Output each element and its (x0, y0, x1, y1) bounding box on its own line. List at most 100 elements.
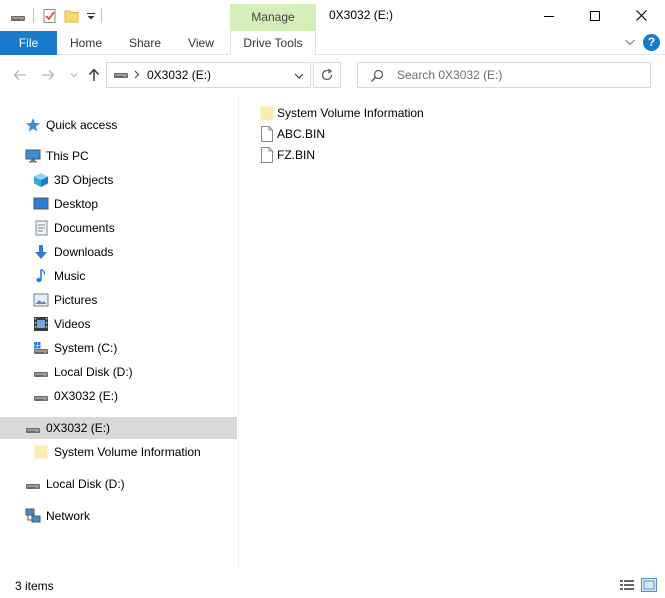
tab-drive-tools[interactable]: Drive Tools (230, 31, 316, 56)
sidebar-item-label: 0X3032 (E:) (54, 389, 119, 403)
sidebar-item-local-disk-d-root[interactable]: Local Disk (D:) (0, 473, 237, 495)
sidebar-item-0x3032-e-root[interactable]: 0X3032 (E:) (0, 417, 237, 439)
ribbon-tabs: File Home Share View Drive Tools ? (0, 31, 665, 56)
tab-manage[interactable]: Manage (230, 4, 316, 31)
sidebar-item-label: Pictures (54, 293, 98, 307)
desktop-icon (33, 196, 49, 212)
address-bar[interactable]: 0X3032 (E:) (106, 62, 311, 88)
folder-icon (33, 444, 49, 460)
large-icons-view-icon[interactable] (641, 578, 657, 592)
file-icon (260, 126, 274, 142)
sidebar-item-label: Local Disk (D:) (54, 365, 133, 379)
sidebar-item-system-volume-information[interactable]: System Volume Information (0, 441, 237, 463)
tab-home[interactable]: Home (62, 31, 110, 55)
navigation-bar: 0X3032 (E:) Search 0X3032 (E:) (0, 55, 665, 95)
chevron-down-icon[interactable] (294, 70, 304, 80)
sidebar-item-desktop[interactable]: Desktop (0, 193, 237, 215)
sidebar-item-label: Videos (54, 317, 91, 331)
sidebar-item-label: 0X3032 (E:) (46, 421, 111, 435)
title-bar: Manage 0X3032 (E:) (0, 0, 665, 31)
sidebar-item-label: System Volume Information (54, 445, 201, 459)
sidebar-item-0x3032-e[interactable]: 0X3032 (E:) (0, 385, 237, 407)
drive-icon[interactable] (10, 8, 26, 24)
system-drive-icon (33, 340, 49, 356)
properties-icon[interactable] (42, 8, 58, 24)
drive-icon (33, 364, 49, 380)
computer-icon (25, 148, 41, 164)
item-count: 3 items (15, 579, 54, 593)
sidebar-item-music[interactable]: Music (0, 265, 237, 287)
music-icon (33, 268, 49, 284)
sidebar-item-label: This PC (46, 149, 89, 163)
sidebar-item-downloads[interactable]: Downloads (0, 241, 237, 263)
sidebar-item-label: Network (46, 509, 91, 523)
toolbar-divider (101, 8, 102, 23)
pictures-icon (33, 292, 49, 308)
status-bar: 3 items (0, 574, 665, 598)
file-item[interactable]: System Volume Information (258, 103, 458, 123)
sidebar-item-local-disk-d[interactable]: Local Disk (D:) (0, 361, 237, 383)
tab-view[interactable]: View (180, 31, 222, 55)
toolbar-divider (33, 8, 34, 23)
sidebar-item-label: 3D Objects (54, 173, 114, 187)
maximize-button[interactable] (572, 0, 618, 31)
file-icon (260, 147, 274, 163)
sidebar-item-network[interactable]: Network (0, 505, 237, 527)
file-name: FZ.BIN (277, 148, 315, 162)
minimize-icon (544, 15, 554, 17)
tab-share[interactable]: Share (122, 31, 168, 55)
maximize-icon (590, 10, 600, 21)
sidebar-item-videos[interactable]: Videos (0, 313, 237, 335)
address-path[interactable]: 0X3032 (E:) (147, 68, 211, 82)
sidebar-item-label: System (C:) (54, 341, 118, 355)
up-arrow-icon[interactable] (86, 67, 102, 83)
sidebar-item-label: Downloads (54, 245, 114, 259)
forward-arrow-icon[interactable] (40, 67, 56, 83)
network-icon (25, 508, 41, 524)
star-icon (25, 117, 41, 133)
recent-locations-icon[interactable] (66, 67, 82, 83)
details-view-icon[interactable] (619, 578, 635, 592)
drive-icon (33, 388, 49, 404)
help-icon[interactable]: ? (643, 34, 660, 51)
tab-file[interactable]: File (0, 31, 57, 55)
drive-icon (113, 69, 129, 81)
back-arrow-icon[interactable] (12, 67, 28, 83)
search-input[interactable]: Search 0X3032 (E:) (397, 68, 502, 82)
file-name: ABC.BIN (277, 127, 326, 141)
sidebar-item-this-pc[interactable]: This PC (0, 145, 237, 167)
sidebar-item-label: Documents (54, 221, 115, 235)
sidebar-item-label: Quick access (46, 118, 118, 132)
file-item[interactable]: ABC.BIN (258, 124, 458, 144)
window-title: 0X3032 (E:) (329, 8, 394, 22)
videos-icon (33, 316, 49, 332)
chevron-right-icon[interactable] (133, 67, 141, 84)
sidebar-item-label: Desktop (54, 197, 99, 211)
file-name: System Volume Information (277, 106, 424, 120)
drive-icon (25, 476, 41, 492)
search-box[interactable]: Search 0X3032 (E:) (357, 62, 651, 88)
folder-icon (260, 105, 274, 121)
refresh-icon (321, 68, 333, 81)
downloads-icon (33, 244, 49, 260)
chevron-down-icon[interactable] (624, 36, 636, 48)
drive-icon (25, 420, 41, 436)
close-icon (635, 10, 647, 21)
sidebar-item-label: Music (54, 269, 86, 283)
file-item[interactable]: FZ.BIN (258, 145, 458, 165)
sidebar-item-3d-objects[interactable]: 3D Objects (0, 169, 237, 191)
sidebar-item-quick-access[interactable]: Quick access (0, 114, 237, 136)
refresh-button[interactable] (313, 62, 341, 88)
cube-icon (33, 172, 49, 188)
sidebar-item-label: Local Disk (D:) (46, 477, 125, 491)
new-folder-icon[interactable] (64, 8, 80, 24)
sidebar-item-system-c[interactable]: System (C:) (0, 337, 237, 359)
customize-toolbar-icon[interactable] (86, 8, 96, 24)
documents-icon (33, 220, 49, 236)
sidebar-item-documents[interactable]: Documents (0, 217, 237, 239)
search-icon (370, 69, 384, 83)
navigation-pane: Quick access This PC 3D Objects Desktop … (0, 95, 239, 569)
minimize-button[interactable] (526, 0, 572, 31)
close-button[interactable] (618, 0, 664, 31)
sidebar-item-pictures[interactable]: Pictures (0, 289, 237, 311)
